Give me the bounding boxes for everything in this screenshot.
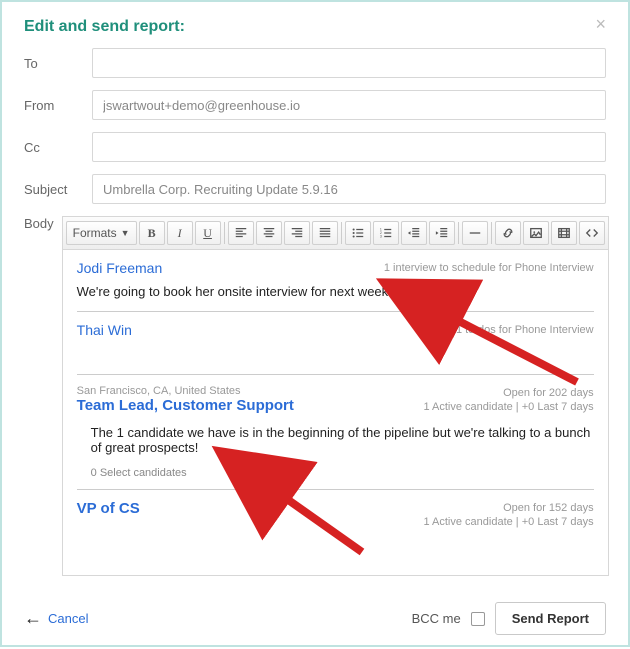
send-report-button[interactable]: Send Report bbox=[495, 602, 606, 635]
candidate-meta: 1 to-dos for Phone Interview bbox=[77, 324, 594, 336]
source-code-button[interactable] bbox=[579, 221, 605, 245]
toolbar-separator bbox=[224, 222, 225, 244]
align-center-button[interactable] bbox=[256, 221, 282, 245]
to-label: To bbox=[24, 56, 92, 71]
divider bbox=[77, 489, 594, 490]
from-label: From bbox=[24, 98, 92, 113]
cc-label: Cc bbox=[24, 140, 92, 155]
to-row: To bbox=[24, 48, 606, 78]
image-button[interactable] bbox=[523, 221, 549, 245]
body-label: Body bbox=[24, 216, 62, 231]
bold-button[interactable]: B bbox=[139, 221, 165, 245]
subject-input[interactable] bbox=[92, 174, 606, 204]
subject-label: Subject bbox=[24, 182, 92, 197]
divider bbox=[77, 374, 594, 375]
divider bbox=[77, 311, 594, 312]
select-candidates: 0 Select candidates bbox=[91, 467, 594, 479]
align-right-button[interactable] bbox=[284, 221, 310, 245]
formats-label: Formats bbox=[73, 226, 117, 240]
edit-report-modal: × Edit and send report: To From Cc Subje… bbox=[10, 10, 620, 637]
to-input[interactable] bbox=[92, 48, 606, 78]
job-note: The 1 candidate we have is in the beginn… bbox=[91, 425, 594, 455]
modal-footer: ← Cancel BCC me Send Report bbox=[24, 588, 606, 635]
cancel-button[interactable]: Cancel bbox=[48, 611, 88, 626]
video-button[interactable] bbox=[551, 221, 577, 245]
outdent-button[interactable] bbox=[401, 221, 427, 245]
formats-dropdown[interactable]: Formats ▼ bbox=[66, 221, 137, 245]
candidate-note: We're going to book her onsite interview… bbox=[77, 284, 594, 299]
editor-toolbar: Formats ▼ B I U 123 bbox=[63, 217, 608, 250]
job-meta: Open for 152 days 1 Active candidate | +… bbox=[77, 501, 594, 530]
toolbar-separator bbox=[491, 222, 492, 244]
from-row: From bbox=[24, 90, 606, 120]
underline-button[interactable]: U bbox=[195, 221, 221, 245]
toolbar-separator bbox=[341, 222, 342, 244]
modal-title: Edit and send report: bbox=[24, 18, 606, 36]
svg-text:3: 3 bbox=[379, 234, 381, 238]
bcc-me-label: BCC me bbox=[412, 611, 461, 626]
bullet-list-button[interactable] bbox=[345, 221, 371, 245]
body-row: Body Formats ▼ B I U 123 bbox=[24, 216, 606, 576]
cc-input[interactable] bbox=[92, 132, 606, 162]
rich-text-editor: Formats ▼ B I U 123 bbox=[62, 216, 609, 576]
bcc-me-checkbox[interactable] bbox=[471, 612, 485, 626]
back-arrow-icon[interactable]: ← bbox=[24, 608, 42, 629]
indent-button[interactable] bbox=[429, 221, 455, 245]
close-icon[interactable]: × bbox=[595, 14, 606, 35]
subject-row: Subject bbox=[24, 174, 606, 204]
cc-row: Cc bbox=[24, 132, 606, 162]
horizontal-rule-button[interactable] bbox=[462, 221, 488, 245]
link-button[interactable] bbox=[495, 221, 521, 245]
align-justify-button[interactable] bbox=[312, 221, 338, 245]
align-left-button[interactable] bbox=[228, 221, 254, 245]
numbered-list-button[interactable]: 123 bbox=[373, 221, 399, 245]
editor-content[interactable]: Jodi Freeman 1 interview to schedule for… bbox=[63, 250, 608, 575]
from-input[interactable] bbox=[92, 90, 606, 120]
italic-button[interactable]: I bbox=[167, 221, 193, 245]
chevron-down-icon: ▼ bbox=[121, 228, 130, 238]
toolbar-separator bbox=[458, 222, 459, 244]
